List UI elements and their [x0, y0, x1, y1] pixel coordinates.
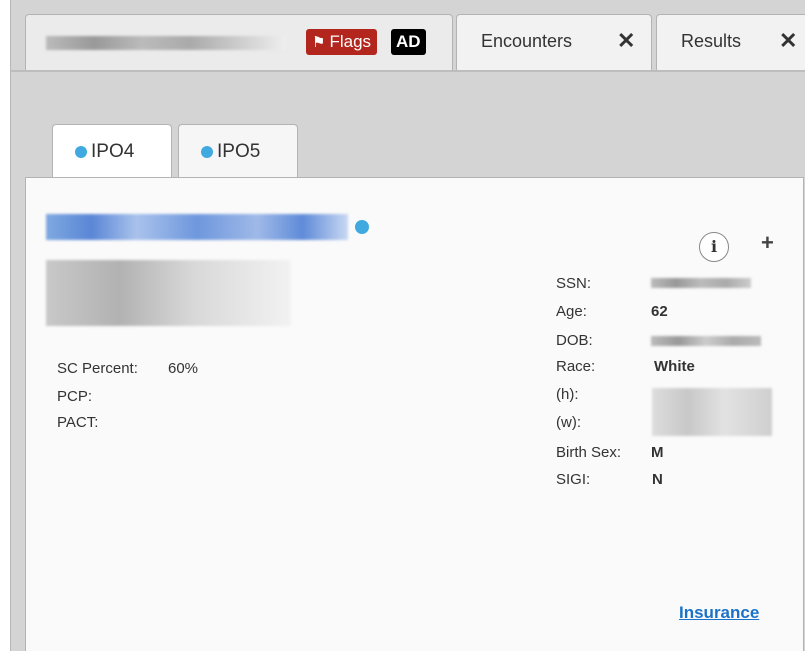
close-icon[interactable]: ✕ [617, 28, 635, 54]
redacted-address [46, 260, 291, 326]
status-dot-icon [201, 146, 213, 158]
sc-percent-value: 60% [168, 360, 199, 377]
work-phone-label: (w): [556, 414, 581, 431]
sigi-label: SIGI: [556, 471, 591, 488]
flags-badge[interactable]: ⚑ Flags [306, 29, 378, 55]
plus-icon[interactable]: + [761, 230, 774, 256]
sc-percent-label: SC Percent: [57, 360, 138, 377]
flag-icon: ⚑ [312, 34, 326, 51]
dob-label: DOB: [556, 332, 593, 349]
redacted-patient-name [46, 36, 286, 50]
pact-label: PACT: [57, 414, 99, 431]
ad-badge[interactable]: AD [391, 29, 426, 55]
patient-detail-panel: SC Percent: 60% PCP: PACT: i + SSN: Age:… [25, 177, 804, 651]
redacted-dob [651, 336, 761, 346]
ssn-label: SSN: [556, 275, 592, 292]
redacted-phones [652, 388, 772, 436]
birth-sex-label: Birth Sex: [556, 444, 622, 461]
birth-sex-value: M [651, 444, 664, 461]
age-label: Age: [556, 303, 587, 320]
tab-ipo4[interactable]: IPO4 [52, 124, 172, 180]
pcp-label: PCP: [57, 388, 93, 405]
tab-bar-divider [11, 70, 805, 72]
flags-label: Flags [329, 32, 372, 51]
tab-encounters[interactable]: Encounters ✕ [456, 14, 652, 70]
tab-ipo5[interactable]: IPO5 [178, 124, 298, 178]
sigi-value: N [652, 471, 663, 488]
race-label: Race: [556, 358, 596, 375]
home-phone-label: (h): [556, 386, 579, 403]
tab-ipo5-label: IPO5 [217, 141, 261, 162]
status-dot-icon [75, 146, 87, 158]
tab-encounters-label: Encounters [481, 31, 573, 51]
age-value: 62 [651, 303, 668, 320]
tab-ipo4-label: IPO4 [91, 141, 135, 162]
redacted-patient-fullname [46, 214, 348, 240]
top-tab-bar: ⚑ Flags AD Encounters ✕ Results ✕ [11, 0, 805, 71]
status-dot-icon [355, 220, 369, 234]
tab-results[interactable]: Results ✕ [656, 14, 805, 70]
tab-patient[interactable]: ⚑ Flags AD [25, 14, 453, 71]
race-value: White [654, 358, 695, 375]
info-icon[interactable]: i [699, 232, 729, 262]
insurance-link[interactable]: Insurance [679, 603, 759, 623]
redacted-ssn [651, 278, 751, 288]
tab-results-label: Results [681, 31, 742, 51]
close-icon[interactable]: ✕ [779, 28, 797, 54]
ad-label: AD [396, 32, 421, 51]
app-frame: ⚑ Flags AD Encounters ✕ Results ✕ IPO4 IP… [10, 0, 805, 651]
